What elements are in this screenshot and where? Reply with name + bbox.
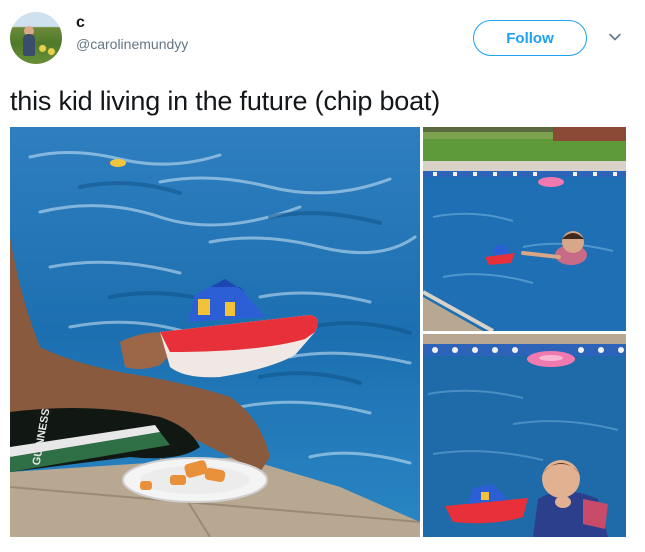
avatar-flowers	[36, 42, 58, 58]
chevron-down-icon[interactable]	[606, 28, 624, 46]
user-handle[interactable]: @carolinemundyy	[76, 36, 188, 52]
follow-button[interactable]: Follow	[473, 20, 587, 56]
display-name[interactable]: c	[76, 14, 85, 32]
tweet-text: this kid living in the future (chip boat…	[10, 86, 441, 116]
photo-top-right[interactable]	[423, 127, 626, 331]
avatar[interactable]	[10, 12, 62, 64]
photo-main[interactable]: GUINNESS	[10, 127, 420, 537]
photo-bottom-right[interactable]	[423, 334, 626, 537]
avatar-figure-body	[23, 34, 35, 56]
